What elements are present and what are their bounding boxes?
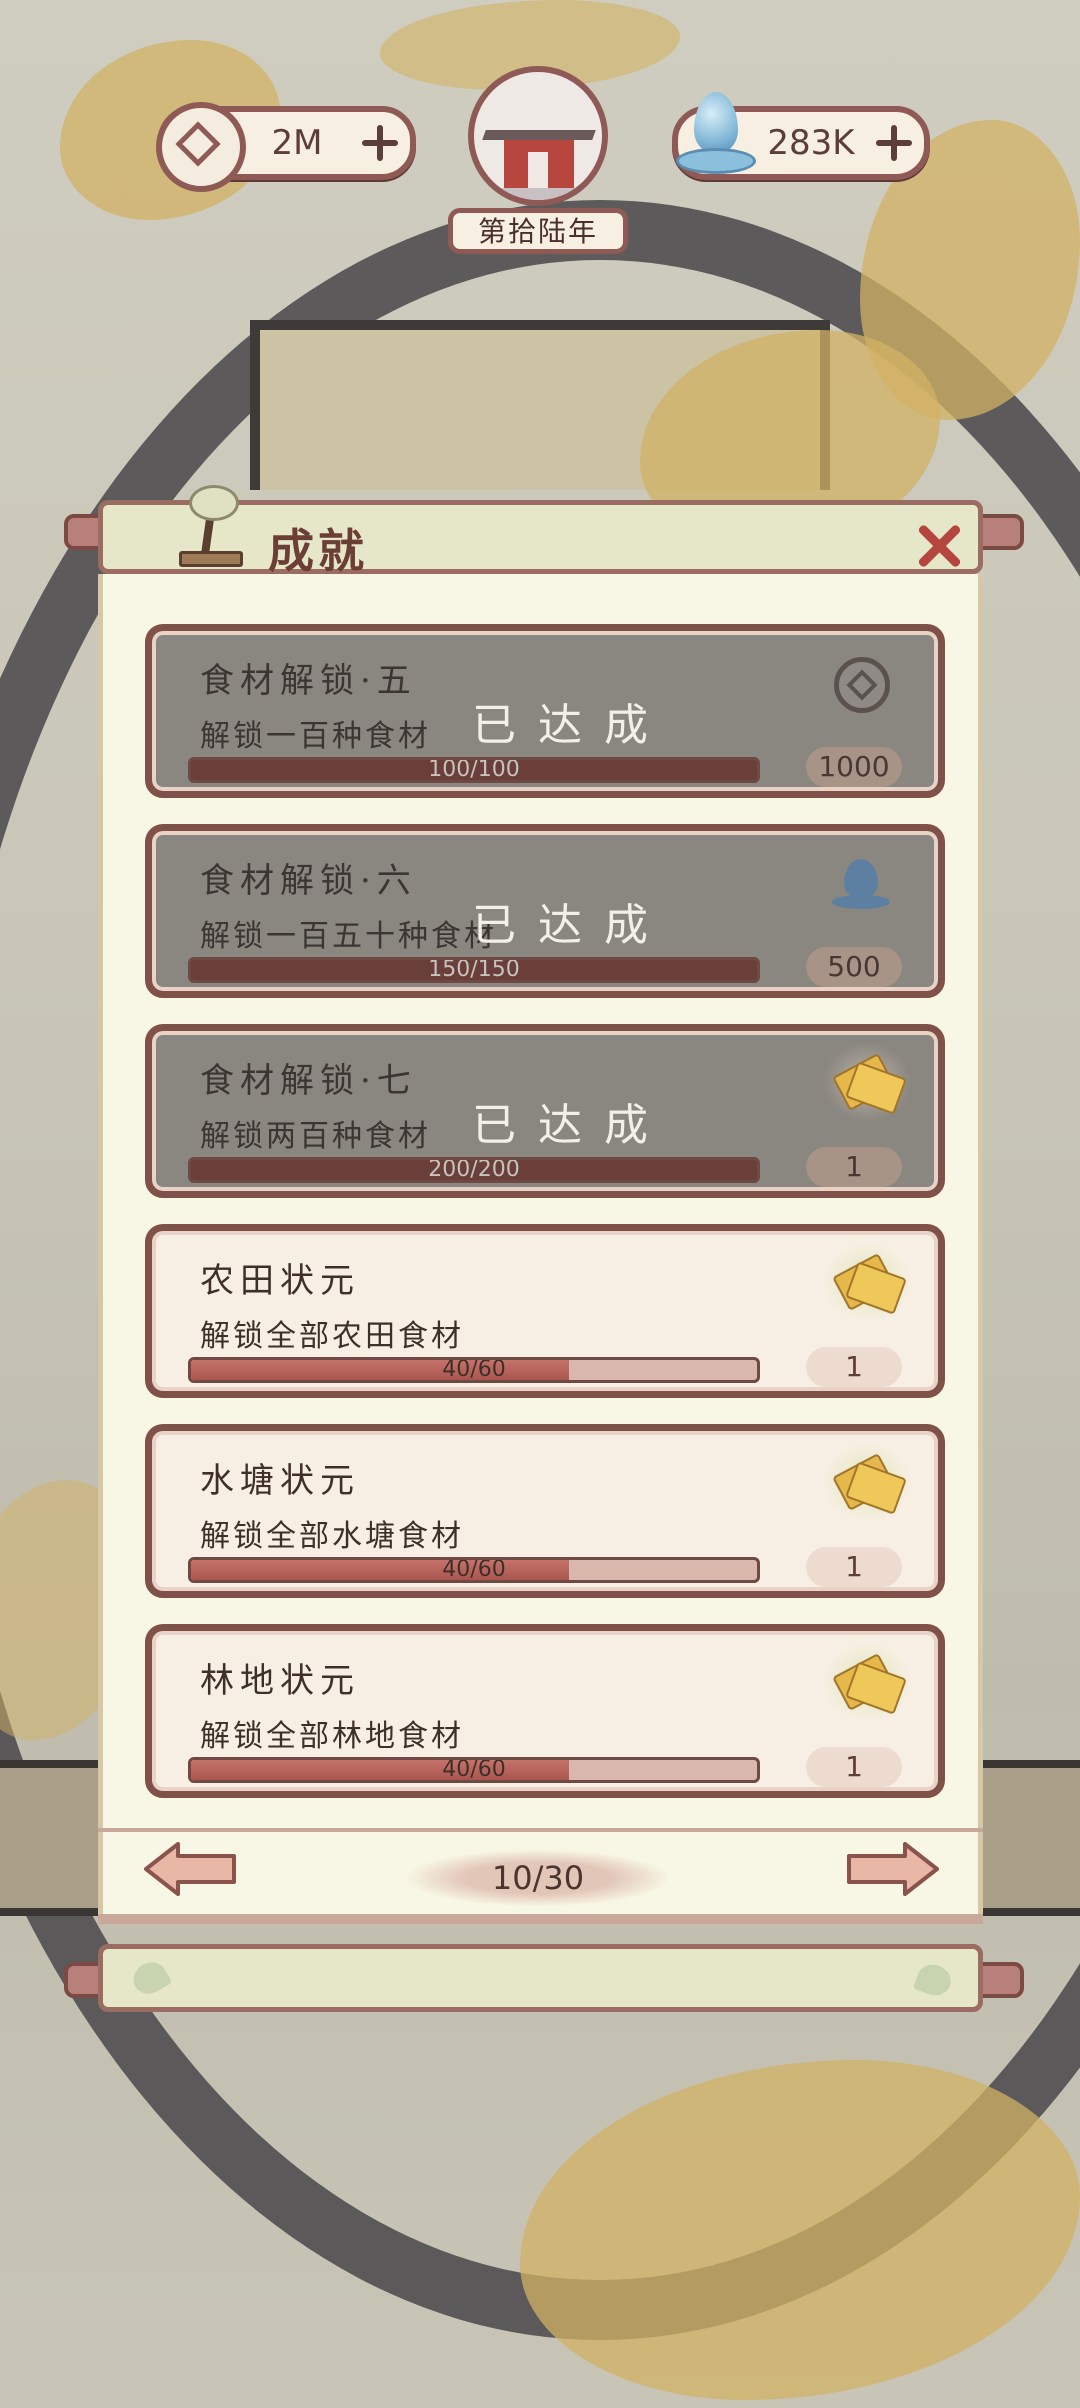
- completed-stamp: 已达成: [472, 900, 670, 951]
- progress-bar: 40/60: [188, 1757, 760, 1783]
- water-drop-icon: [676, 92, 756, 188]
- achievement-card[interactable]: 食材解锁·六解锁一百五十种食材 150/150 500 已达成: [145, 824, 945, 998]
- progress-label: 40/60: [442, 1557, 506, 1582]
- coin-icon: [834, 657, 890, 713]
- achievement-description: 解锁一百五十种食材: [200, 919, 497, 954]
- progress-label: 40/60: [442, 1357, 506, 1382]
- achievement-description: 解锁全部林地食材: [200, 1719, 464, 1754]
- panel-title: 成就: [268, 524, 368, 578]
- coin-icon: [156, 102, 246, 192]
- achievement-card[interactable]: 林地状元解锁全部林地食材 40/60 1: [145, 1624, 945, 1798]
- next-page-arrow-icon[interactable]: [844, 1842, 939, 1896]
- close-icon[interactable]: [915, 521, 963, 569]
- pavilion-emblem-icon: [468, 66, 608, 206]
- progress-bar: 100/100: [188, 757, 760, 783]
- previous-page-arrow-icon[interactable]: [144, 1842, 239, 1896]
- achievement-card[interactable]: 食材解锁·五解锁一百种食材 100/100 1000 已达成: [145, 624, 945, 798]
- water-drop-icon: [830, 849, 890, 915]
- progress-label: 100/100: [428, 757, 520, 782]
- pagination-divider: [98, 1828, 983, 1832]
- ginkgo-leaf-icon: [127, 1956, 173, 2000]
- achievement-card[interactable]: 农田状元解锁全部农田食材 40/60 1: [145, 1224, 945, 1398]
- panel-footer: [98, 1944, 983, 2012]
- achievement-title: 食材解锁·七: [200, 1061, 417, 1101]
- achievement-description: 解锁全部水塘食材: [200, 1519, 464, 1554]
- year-banner: 第拾陆年: [448, 208, 628, 254]
- achievement-description: 解锁两百种食材: [200, 1119, 431, 1154]
- reward-amount: 1000: [806, 747, 902, 787]
- pagination-divider-bottom: [98, 1914, 983, 1924]
- coin-amount: 2M: [271, 123, 323, 163]
- year-label: 第拾陆年: [477, 215, 598, 248]
- add-water-plus-icon[interactable]: [874, 123, 914, 163]
- achievement-title: 水塘状元: [200, 1461, 360, 1501]
- reward-amount: 1: [806, 1147, 902, 1187]
- progress-label: 150/150: [428, 957, 520, 982]
- water-amount: 283K: [767, 123, 855, 163]
- progress-bar: 200/200: [188, 1157, 760, 1183]
- reward-amount: 1: [806, 1347, 902, 1387]
- page-indicator: 10/30: [408, 1850, 668, 1906]
- progress-bar: 150/150: [188, 957, 760, 983]
- ticket-icon: [822, 1241, 912, 1323]
- ginkgo-leaf-icon: [912, 1960, 956, 2000]
- progress-bar: 40/60: [188, 1557, 760, 1583]
- progress-bar: 40/60: [188, 1357, 760, 1383]
- achievement-panel: 成就 食材解锁·五 解锁一百种食材 100/100 1000 已达成 食材解锁·六 解锁一百…: [98, 485, 983, 2012]
- ticket-icon: [822, 1441, 912, 1523]
- completed-stamp: 已达成: [472, 700, 670, 751]
- achievement-title: 食材解锁·六: [200, 861, 417, 901]
- ticket-icon: [822, 1641, 912, 1723]
- bonsai-tree-icon: [169, 479, 253, 569]
- progress-label: 200/200: [428, 1157, 520, 1182]
- ticket-icon: [822, 1041, 912, 1123]
- reward-amount: 1: [806, 1547, 902, 1587]
- achievement-description: 解锁一百种食材: [200, 719, 431, 754]
- season-emblem[interactable]: 第拾陆年: [448, 66, 628, 266]
- progress-label: 40/60: [442, 1757, 506, 1782]
- achievement-card[interactable]: 食材解锁·七解锁两百种食材 200/200 1 已达成: [145, 1024, 945, 1198]
- achievement-title: 农田状元: [200, 1261, 360, 1301]
- achievement-description: 解锁全部农田食材: [200, 1319, 464, 1354]
- panel-header: 成就: [98, 485, 983, 578]
- reward-amount: 1: [806, 1747, 902, 1787]
- achievement-title: 食材解锁·五: [200, 661, 417, 701]
- completed-stamp: 已达成: [472, 1100, 670, 1151]
- achievement-title: 林地状元: [200, 1661, 360, 1701]
- achievement-card[interactable]: 水塘状元解锁全部水塘食材 40/60 1: [145, 1424, 945, 1598]
- add-coins-plus-icon[interactable]: [360, 123, 400, 163]
- reward-amount: 500: [806, 947, 902, 987]
